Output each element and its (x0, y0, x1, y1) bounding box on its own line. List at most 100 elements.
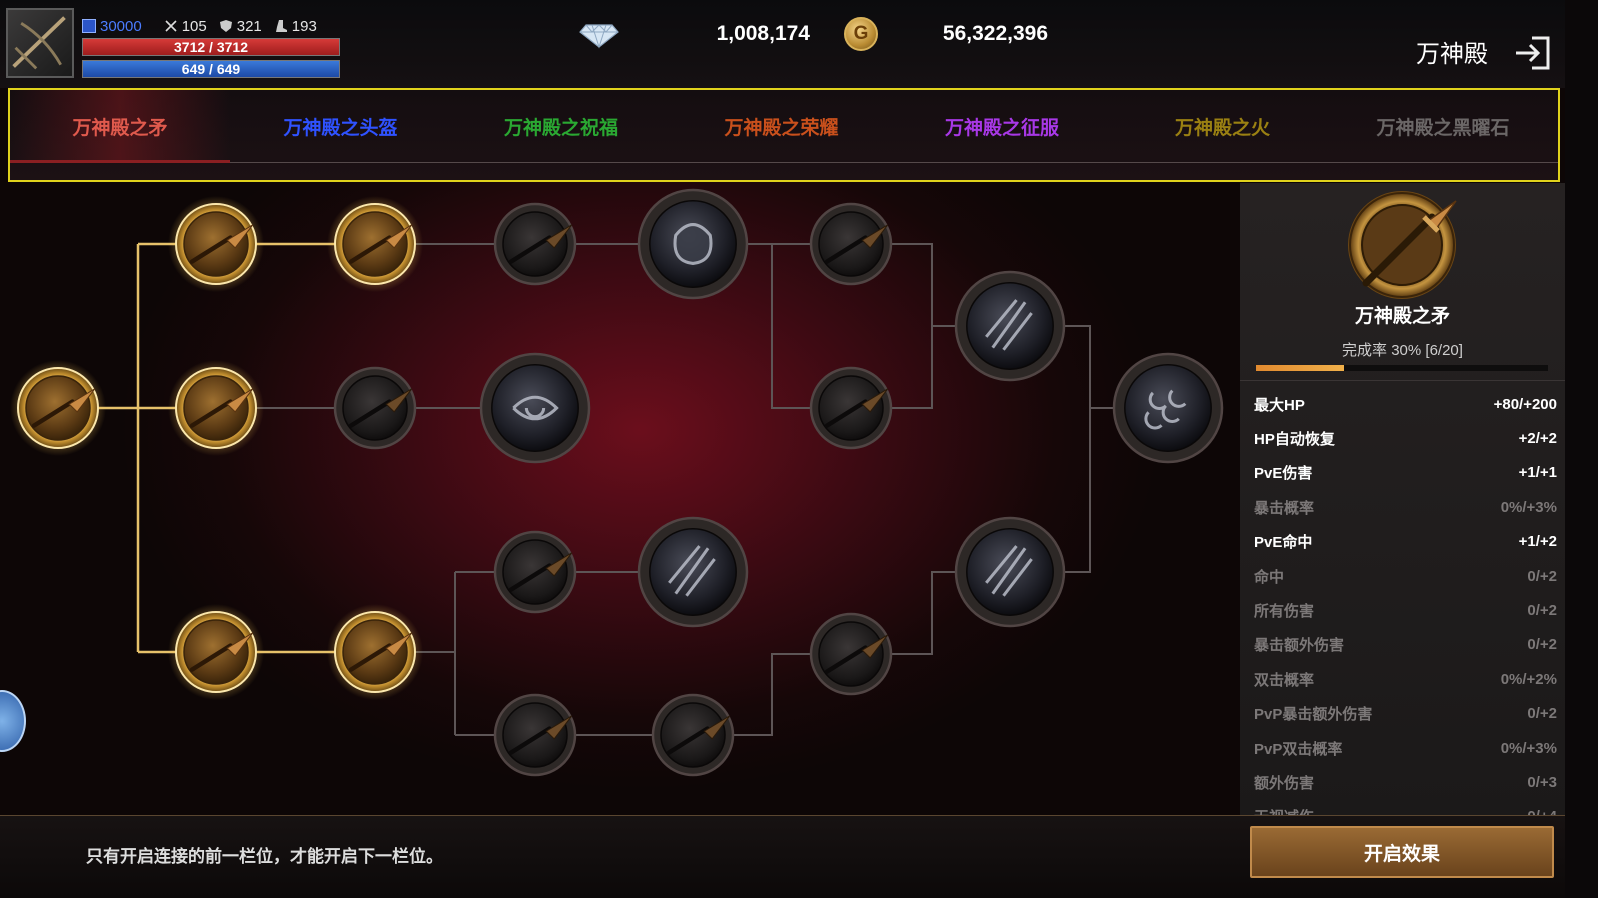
tab-2[interactable]: 万神殿之头盔 (231, 90, 451, 162)
attack-value: 105 (181, 17, 207, 35)
selected-spear-icon (1348, 191, 1457, 299)
panel-title: 万神殿之矛 (1354, 306, 1450, 327)
crossbow-portrait-icon (12, 16, 66, 70)
panel-divider (1240, 380, 1565, 381)
stat-value: +2/+2 (1518, 430, 1557, 448)
mp-bar: 649 / 649 (82, 60, 340, 78)
top-bar: 30000 105 321 193 3712 / 3712 649 / 649 … (0, 0, 1598, 88)
gold-amount: 56,322,396 (942, 22, 1048, 45)
character-portrait[interactable] (6, 8, 74, 78)
player-stats: 30000 105 321 193 (82, 16, 317, 36)
level-icon (82, 19, 96, 33)
info-panel: 万神殿之矛 完成率 30% [6/20] 最大HP +80/+200 HP自动恢复 +… (1240, 183, 1565, 815)
skill-node-blade[interactable] (637, 516, 749, 628)
stat-row: 命中 0/+2 (1254, 559, 1557, 593)
skill-node-spear[interactable] (809, 612, 893, 696)
game-screen: 30000 105 321 193 3712 / 3712 649 / 649 … (0, 0, 1598, 898)
skill-node-vortex[interactable] (479, 352, 591, 464)
stat-name: PvE命中 (1254, 534, 1313, 552)
skill-node-spear[interactable] (168, 360, 264, 456)
stat-name: HP自动恢复 (1254, 431, 1335, 449)
stat-value: 0/+2 (1527, 636, 1557, 654)
tree-link (891, 243, 933, 409)
defense-value: 321 (236, 17, 262, 35)
stat-row: PvE伤害 +1/+1 (1254, 456, 1557, 490)
stat-name: 暴击概率 (1254, 499, 1315, 517)
skill-node-fist[interactable] (637, 188, 749, 300)
tree-link (748, 243, 811, 409)
shield-icon (219, 20, 232, 32)
skill-node-spear[interactable] (333, 366, 417, 450)
tab-4[interactable]: 万神殿之荣耀 (672, 90, 892, 162)
stat-value: 0/+2 (1527, 602, 1557, 620)
stat-row: 所有伤害 0/+2 (1254, 593, 1557, 627)
skill-node-spear[interactable] (168, 196, 264, 292)
stat-name: PvE伤害 (1254, 465, 1313, 483)
stat-row: PvE命中 +1/+2 (1254, 525, 1557, 559)
stat-row: HP自动恢复 +2/+2 (1254, 421, 1557, 455)
stat-value: 0/+4 (1527, 808, 1557, 815)
stat-list[interactable]: 最大HP +80/+200 HP自动恢复 +2/+2 PvE伤害 +1/+1 暴击概率 0%/… (1254, 387, 1557, 815)
skill-tree-canvas (10, 188, 1224, 777)
skill-node-spear[interactable] (10, 360, 106, 456)
sword-icon (165, 20, 177, 32)
tree-nodes (10, 188, 1224, 777)
speed-stat: 193 (274, 18, 317, 35)
stat-row: 双击概率 0%/+2% (1254, 662, 1557, 696)
stat-row: 额外伤害 0/+3 (1254, 765, 1557, 799)
tree-link (1065, 325, 1091, 573)
completion-label: 完成率 30% [6/20] (1342, 342, 1463, 359)
stat-value: 0%/+2% (1500, 670, 1557, 688)
activate-effect-button[interactable]: 开启效果 (1250, 826, 1554, 878)
tab-3[interactable]: 万神殿之祝福 (451, 90, 671, 162)
skill-tree (0, 183, 1240, 815)
gem-amount: 1,008,174 (716, 22, 810, 45)
exit-icon[interactable] (1512, 32, 1554, 74)
skill-node-spear[interactable] (493, 530, 577, 614)
stat-value: 0%/+3% (1500, 739, 1557, 757)
tree-link (733, 653, 811, 736)
stat-name: 暴击额外伤害 (1254, 637, 1345, 655)
tab-divider (10, 162, 1558, 163)
completion-bar (1256, 365, 1548, 371)
tab-5[interactable]: 万神殿之征服 (892, 90, 1112, 162)
stat-row: 最大HP +80/+200 (1254, 387, 1557, 421)
speed-value: 193 (291, 17, 317, 35)
stat-value: 0/+2 (1527, 567, 1557, 585)
tab-7[interactable]: 万神殿之黑曜石 (1333, 90, 1553, 162)
stat-value: 0/+3 (1527, 773, 1557, 791)
level-value: 30000 (100, 17, 142, 35)
skill-node-slash[interactable] (954, 270, 1066, 382)
skill-node-spear[interactable] (809, 366, 893, 450)
skill-node-spear[interactable] (493, 202, 577, 286)
stat-value: +1/+1 (1518, 464, 1557, 482)
diamond-icon (579, 24, 619, 49)
stat-row: 暴击概率 0%/+3% (1254, 490, 1557, 524)
hp-bar: 3712 / 3712 (82, 38, 340, 56)
stat-row: 暴击额外伤害 0/+2 (1254, 628, 1557, 662)
tab-1[interactable]: 万神殿之矛 (10, 90, 230, 163)
stat-row: 无视减伤 0/+4 (1254, 800, 1557, 815)
stat-value: +1/+2 (1518, 533, 1557, 551)
stat-name: PvP暴击额外伤害 (1254, 706, 1373, 724)
skill-node-spear[interactable] (809, 202, 893, 286)
tab-bar: 万神殿之矛 万神殿之头盔 万神殿之祝福 万神殿之荣耀 万神殿之征服 万神殿之火 万神殿之黑曜… (8, 88, 1560, 182)
stat-row: PvP暴击额外伤害 0/+2 (1254, 697, 1557, 731)
stat-name: 所有伤害 (1254, 603, 1315, 621)
skill-node-spear[interactable] (327, 196, 423, 292)
stat-name: 双击概率 (1254, 671, 1315, 689)
gold-coin-icon: G (844, 17, 878, 51)
skill-node-spear[interactable] (327, 604, 423, 700)
tab-6[interactable]: 万神殿之火 (1113, 90, 1333, 162)
stat-value: +80/+200 (1493, 395, 1557, 413)
skill-node-spear[interactable] (493, 693, 577, 777)
footer-bar: 只有开启连接的前一栏位，才能开启下一栏位。 开启效果 (0, 815, 1598, 898)
skill-node-chain[interactable] (1112, 352, 1224, 464)
screen-edge (1565, 0, 1598, 898)
skill-node-spear[interactable] (651, 693, 735, 777)
skill-node-claw[interactable] (954, 516, 1066, 628)
skill-node-spear[interactable] (168, 604, 264, 700)
level-stat: 30000 (82, 18, 142, 35)
stat-row: PvP双击概率 0%/+3% (1254, 731, 1557, 765)
stat-name: 额外伤害 (1254, 774, 1315, 792)
